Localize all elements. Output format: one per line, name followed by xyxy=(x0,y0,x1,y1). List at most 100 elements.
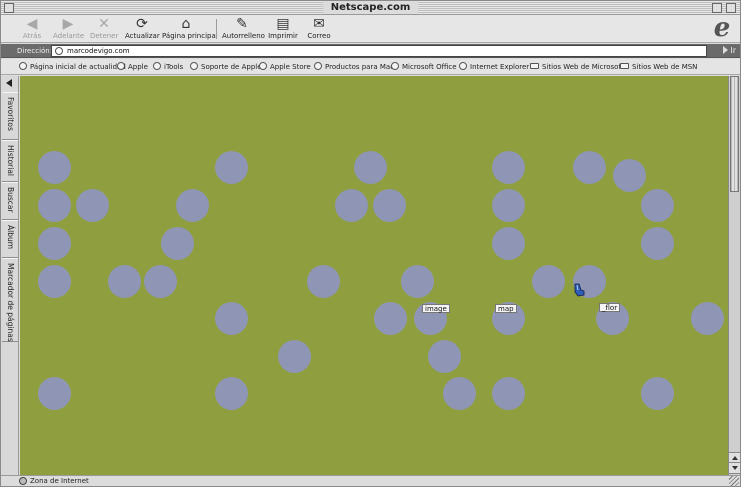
favorite-folder[interactable]: Sitios Web de MSN xyxy=(620,62,697,73)
stop-x-icon: ✕ xyxy=(98,16,110,32)
address-value: marcodevigo.com xyxy=(67,47,130,55)
explorer-sidebar: Favoritos Historial Buscar Álbum Marcado… xyxy=(1,76,19,475)
mail-button[interactable]: ✉ Correo xyxy=(306,17,332,42)
scroll-up-arrow-icon[interactable] xyxy=(729,452,740,463)
dot-image[interactable] xyxy=(38,377,71,410)
folder-icon xyxy=(530,63,539,69)
home-button[interactable]: ⌂ Página principal xyxy=(162,16,218,42)
favorite-link[interactable]: iTools xyxy=(153,62,183,73)
address-input[interactable]: marcodevigo.com xyxy=(51,45,707,57)
dot-image[interactable] xyxy=(215,151,248,184)
title-bar[interactable]: Netscape.com xyxy=(1,1,740,15)
dot-image[interactable] xyxy=(373,189,406,222)
go-button[interactable]: Ir xyxy=(723,45,736,56)
dot-image[interactable] xyxy=(492,189,525,222)
autofill-icon: ✎ xyxy=(236,16,248,32)
favorite-link[interactable]: Apple xyxy=(117,62,148,73)
dot-image[interactable] xyxy=(307,265,340,298)
toolbar-separator xyxy=(216,19,217,39)
sidebar-tab-bookmarks[interactable]: Marcador de páginas xyxy=(2,258,18,342)
dot-image[interactable] xyxy=(641,377,674,410)
favorite-link[interactable]: Internet Explorer xyxy=(459,62,529,73)
dot-image[interactable] xyxy=(573,151,606,184)
internet-zone-icon xyxy=(19,477,27,485)
favorite-link[interactable]: Soporte de Apple xyxy=(190,62,262,73)
refresh-button[interactable]: ⟳ Actualizar xyxy=(125,16,160,42)
sidebar-tab-favorites[interactable]: Favoritos xyxy=(2,92,18,140)
dot-image[interactable] xyxy=(335,189,368,222)
dot-image[interactable] xyxy=(38,189,71,222)
image-alt-label[interactable]: image xyxy=(422,304,450,313)
printer-icon: ▤ xyxy=(276,16,290,32)
dot-image[interactable] xyxy=(641,189,674,222)
favorite-link[interactable]: Página inicial de actualidad xyxy=(19,62,126,73)
zoom-box[interactable] xyxy=(712,3,722,13)
ie-logo-icon: e xyxy=(713,13,731,43)
resize-grip[interactable] xyxy=(729,476,739,486)
dot-image[interactable] xyxy=(176,189,209,222)
pointer-cursor-icon xyxy=(574,283,585,297)
back-arrow-icon: ◀ xyxy=(26,16,38,32)
dot-image[interactable] xyxy=(161,227,194,260)
forward-arrow-icon: ▶ xyxy=(62,16,74,32)
globe-icon xyxy=(459,62,467,70)
vertical-scrollbar[interactable] xyxy=(728,76,740,475)
dot-image[interactable] xyxy=(354,151,387,184)
dot-image[interactable] xyxy=(691,302,724,335)
forward-button[interactable]: ▶ Adelante xyxy=(53,16,84,42)
dot-image[interactable] xyxy=(38,151,71,184)
scroll-down-arrow-icon[interactable] xyxy=(729,463,740,474)
favorites-bar: Página inicial de actualidad Apple iTool… xyxy=(1,59,740,75)
dot-image[interactable] xyxy=(144,265,177,298)
dot-image[interactable] xyxy=(492,377,525,410)
stop-button[interactable]: ✕ Detener xyxy=(90,17,118,42)
globe-icon xyxy=(259,62,267,70)
dot-image[interactable] xyxy=(443,377,476,410)
back-button[interactable]: ◀ Atrás xyxy=(19,17,45,42)
scroll-thumb[interactable] xyxy=(730,76,739,192)
favorite-link[interactable]: Productos para Mac xyxy=(314,62,394,73)
collapse-box[interactable] xyxy=(726,3,736,13)
dot-image[interactable] xyxy=(38,265,71,298)
envelope-icon: ✉ xyxy=(313,16,325,32)
dot-image[interactable] xyxy=(428,340,461,373)
dot-image[interactable] xyxy=(278,340,311,373)
globe-icon xyxy=(153,62,161,70)
refresh-icon: ⟳ xyxy=(136,16,148,32)
dot-image[interactable] xyxy=(641,227,674,260)
dot-image[interactable] xyxy=(215,377,248,410)
window-title: Netscape.com xyxy=(322,1,419,14)
globe-icon xyxy=(391,62,399,70)
favorite-folder[interactable]: Sitios Web de Microsoft xyxy=(530,62,624,73)
sidebar-tab-album[interactable]: Álbum xyxy=(2,220,18,258)
globe-icon xyxy=(314,62,322,70)
favorite-link[interactable]: Microsoft Office xyxy=(391,62,457,73)
browser-window: Netscape.com ◀ Atrás ▶ Adelante ✕ Detene… xyxy=(0,0,741,487)
favorite-link[interactable]: Apple Store xyxy=(259,62,311,73)
close-box[interactable] xyxy=(4,3,14,13)
status-bar: Zona de Internet xyxy=(1,475,740,486)
dot-image[interactable] xyxy=(401,265,434,298)
dot-image[interactable] xyxy=(492,227,525,260)
globe-icon xyxy=(55,47,63,55)
dot-image[interactable] xyxy=(215,302,248,335)
dot-image[interactable] xyxy=(76,189,109,222)
dot-image[interactable] xyxy=(613,159,646,192)
dot-image[interactable] xyxy=(108,265,141,298)
sidebar-tab-search[interactable]: Buscar xyxy=(2,182,18,220)
dot-image[interactable] xyxy=(374,302,407,335)
sidebar-toggle-arrow-icon[interactable] xyxy=(5,79,15,89)
dot-image[interactable] xyxy=(38,227,71,260)
image-alt-label[interactable]: _flor xyxy=(599,303,621,312)
print-button[interactable]: ▤ Imprimir xyxy=(268,17,298,42)
globe-icon xyxy=(19,62,27,70)
home-icon: ⌂ xyxy=(181,16,191,32)
autofill-button[interactable]: ✎ Autorrelleno xyxy=(222,16,265,42)
address-bar: Dirección: marcodevigo.com Ir xyxy=(1,44,740,58)
sidebar-tab-history[interactable]: Historial xyxy=(2,140,18,182)
globe-icon xyxy=(117,62,125,70)
status-text: Zona de Internet xyxy=(30,477,89,485)
dot-image[interactable] xyxy=(532,265,565,298)
image-alt-label[interactable]: map xyxy=(495,304,517,313)
dot-image[interactable] xyxy=(492,151,525,184)
